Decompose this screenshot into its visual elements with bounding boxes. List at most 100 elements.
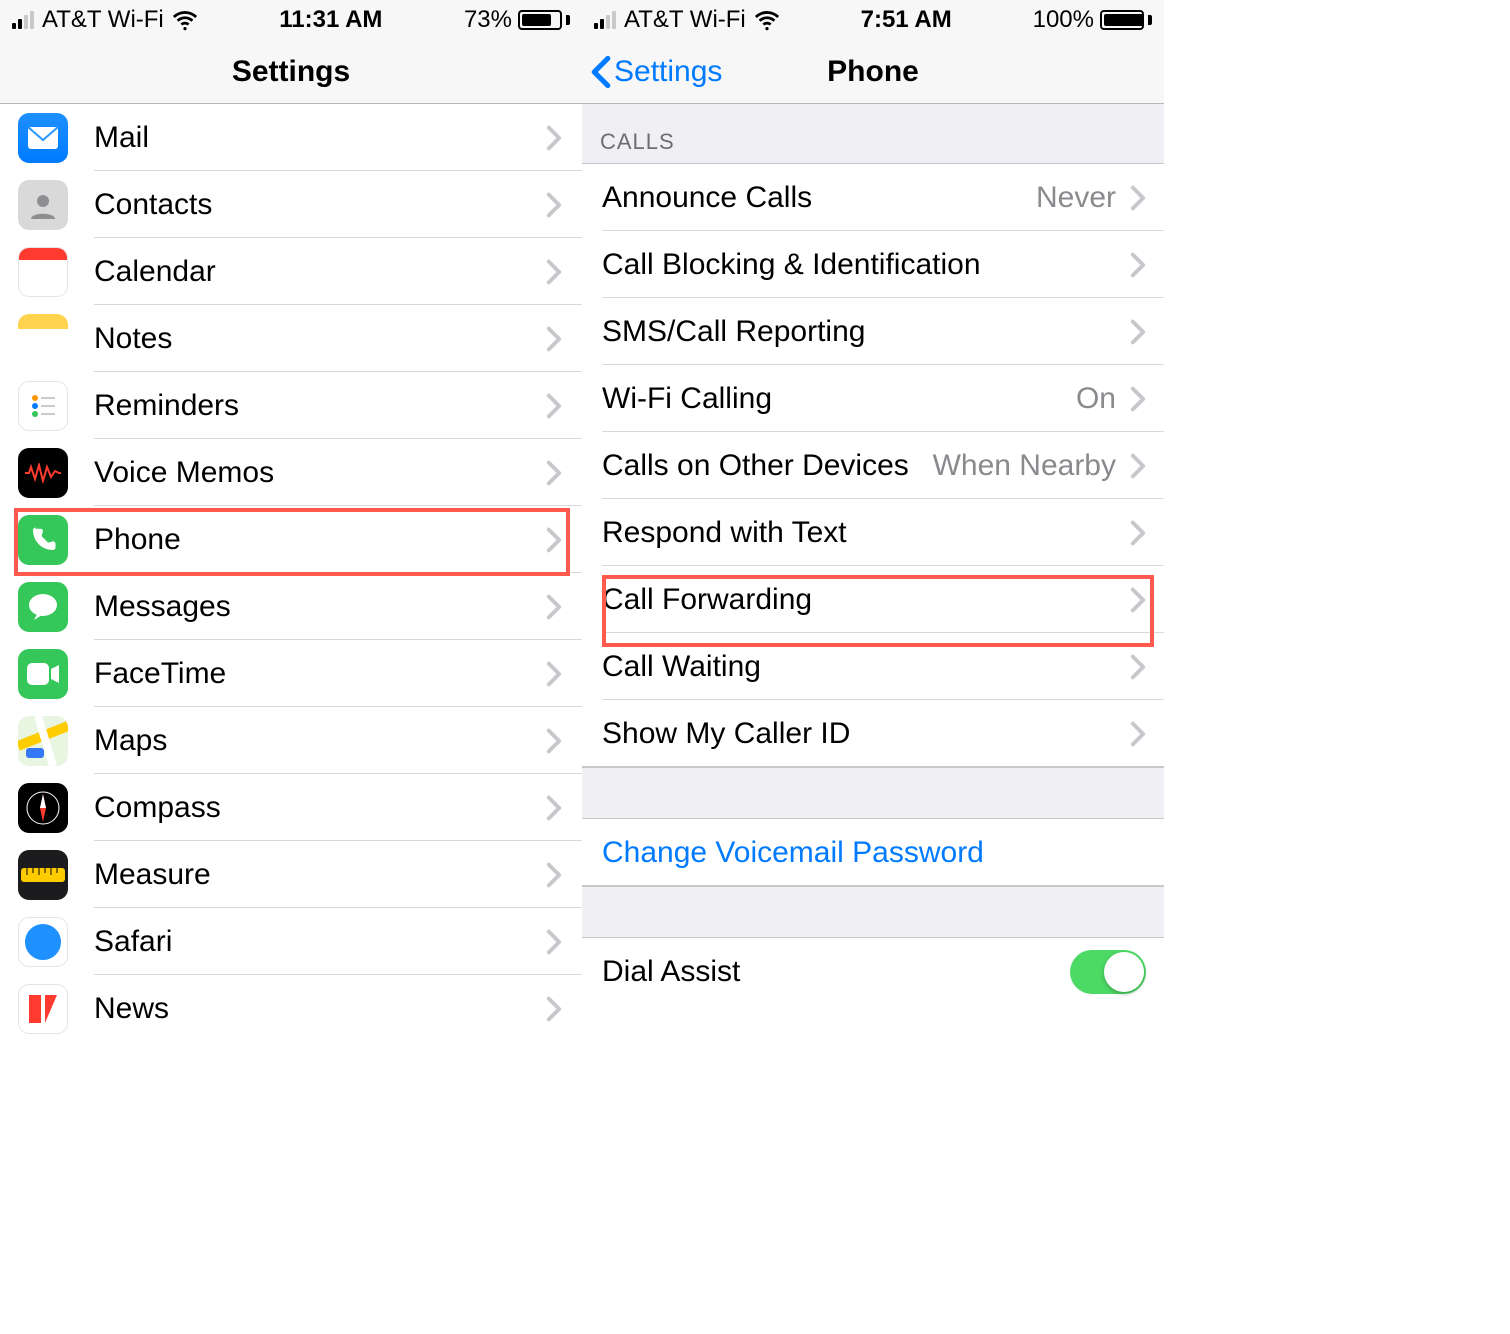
settings-list[interactable]: Mail Contacts Calendar Notes Reminders [0, 104, 582, 1042]
chevron-right-icon [1130, 453, 1146, 479]
row-notes[interactable]: Notes [0, 305, 582, 372]
chevron-right-icon [1130, 185, 1146, 211]
row-label: Respond with Text [602, 516, 1130, 550]
row-phone[interactable]: Phone [0, 506, 582, 573]
settings-screen: AT&T Wi-Fi 11:31 AM 73% Settings Mail Co… [0, 0, 582, 1334]
chevron-right-icon [546, 527, 562, 553]
wifi-icon [754, 7, 780, 33]
back-label: Settings [614, 55, 722, 89]
row-label: Mail [94, 121, 546, 155]
reminders-icon [18, 381, 68, 431]
maps-icon [18, 716, 68, 766]
row-label: Call Forwarding [602, 583, 1130, 617]
news-icon [18, 984, 68, 1034]
carrier-label: AT&T Wi-Fi [42, 6, 164, 34]
chevron-right-icon [546, 259, 562, 285]
row-voice-memos[interactable]: Voice Memos [0, 439, 582, 506]
messages-icon [18, 582, 68, 632]
page-title: Settings [232, 55, 350, 89]
section-calls-header: CALLS [582, 104, 1164, 164]
compass-icon [18, 783, 68, 833]
chevron-right-icon [546, 192, 562, 218]
row-label: Phone [94, 523, 546, 557]
contacts-icon [18, 180, 68, 230]
row-messages[interactable]: Messages [0, 573, 582, 640]
chevron-right-icon [546, 996, 562, 1022]
status-bar: AT&T Wi-Fi 7:51 AM 100% [582, 0, 1164, 40]
carrier-label: AT&T Wi-Fi [624, 6, 746, 34]
clock-label: 11:31 AM [279, 6, 382, 34]
row-show-caller-id[interactable]: Show My Caller ID [582, 700, 1164, 767]
signal-icon [12, 11, 34, 29]
row-call-waiting[interactable]: Call Waiting [582, 633, 1164, 700]
row-label: Calendar [94, 255, 546, 289]
clock-label: 7:51 AM [861, 6, 952, 34]
row-news[interactable]: News [0, 975, 582, 1042]
signal-icon [594, 11, 616, 29]
row-label: SMS/Call Reporting [602, 315, 1130, 349]
row-call-blocking[interactable]: Call Blocking & Identification [582, 231, 1164, 298]
row-change-voicemail-password[interactable]: Change Voicemail Password [582, 819, 1164, 886]
chevron-right-icon [546, 795, 562, 821]
row-label: Maps [94, 724, 546, 758]
chevron-right-icon [1130, 721, 1146, 747]
row-respond-with-text[interactable]: Respond with Text [582, 499, 1164, 566]
row-dial-assist[interactable]: Dial Assist [582, 938, 1164, 1005]
row-calendar[interactable]: Calendar [0, 238, 582, 305]
row-wifi-calling[interactable]: Wi-Fi Calling On [582, 365, 1164, 432]
row-mail[interactable]: Mail [0, 104, 582, 171]
dial-assist-toggle[interactable] [1070, 950, 1146, 994]
row-label: Wi-Fi Calling [602, 382, 1076, 416]
nav-header: Settings Phone [582, 40, 1164, 104]
row-compass[interactable]: Compass [0, 774, 582, 841]
row-facetime[interactable]: FaceTime [0, 640, 582, 707]
row-label: Voice Memos [94, 456, 546, 490]
chevron-right-icon [1130, 587, 1146, 613]
section-gap [582, 886, 1164, 938]
row-label: Safari [94, 925, 546, 959]
row-sms-reporting[interactable]: SMS/Call Reporting [582, 298, 1164, 365]
row-announce-calls[interactable]: Announce Calls Never [582, 164, 1164, 231]
chevron-right-icon [546, 661, 562, 687]
row-calls-other-devices[interactable]: Calls on Other Devices When Nearby [582, 432, 1164, 499]
row-label: Compass [94, 791, 546, 825]
mail-icon [18, 113, 68, 163]
row-maps[interactable]: Maps [0, 707, 582, 774]
section-gap [582, 767, 1164, 819]
measure-icon [18, 850, 68, 900]
phone-settings-screen: AT&T Wi-Fi 7:51 AM 100% Settings Phone C… [582, 0, 1164, 1334]
row-label: FaceTime [94, 657, 546, 691]
chevron-right-icon [1130, 654, 1146, 680]
back-button[interactable]: Settings [590, 40, 722, 103]
voice-memos-icon [18, 448, 68, 498]
row-contacts[interactable]: Contacts [0, 171, 582, 238]
calendar-icon [18, 247, 68, 297]
battery-icon [518, 10, 570, 30]
row-value: When Nearby [933, 449, 1116, 483]
chevron-right-icon [546, 862, 562, 888]
chevron-right-icon [546, 326, 562, 352]
page-title: Phone [827, 55, 919, 89]
chevron-right-icon [546, 929, 562, 955]
chevron-right-icon [1130, 386, 1146, 412]
row-measure[interactable]: Measure [0, 841, 582, 908]
row-label: News [94, 992, 546, 1026]
row-call-forwarding[interactable]: Call Forwarding [582, 566, 1164, 633]
phone-icon [18, 515, 68, 565]
row-label: Show My Caller ID [602, 717, 1130, 751]
row-label: Call Blocking & Identification [602, 248, 1130, 282]
row-value: Never [1036, 181, 1116, 215]
battery-percent: 100% [1033, 6, 1094, 34]
row-safari[interactable]: Safari [0, 908, 582, 975]
row-label: Calls on Other Devices [602, 449, 933, 483]
chevron-right-icon [1130, 319, 1146, 345]
facetime-icon [18, 649, 68, 699]
chevron-right-icon [546, 728, 562, 754]
row-label: Announce Calls [602, 181, 1036, 215]
row-label: Messages [94, 590, 546, 624]
chevron-right-icon [1130, 520, 1146, 546]
chevron-right-icon [546, 460, 562, 486]
chevron-right-icon [546, 125, 562, 151]
row-reminders[interactable]: Reminders [0, 372, 582, 439]
row-label: Notes [94, 322, 546, 356]
